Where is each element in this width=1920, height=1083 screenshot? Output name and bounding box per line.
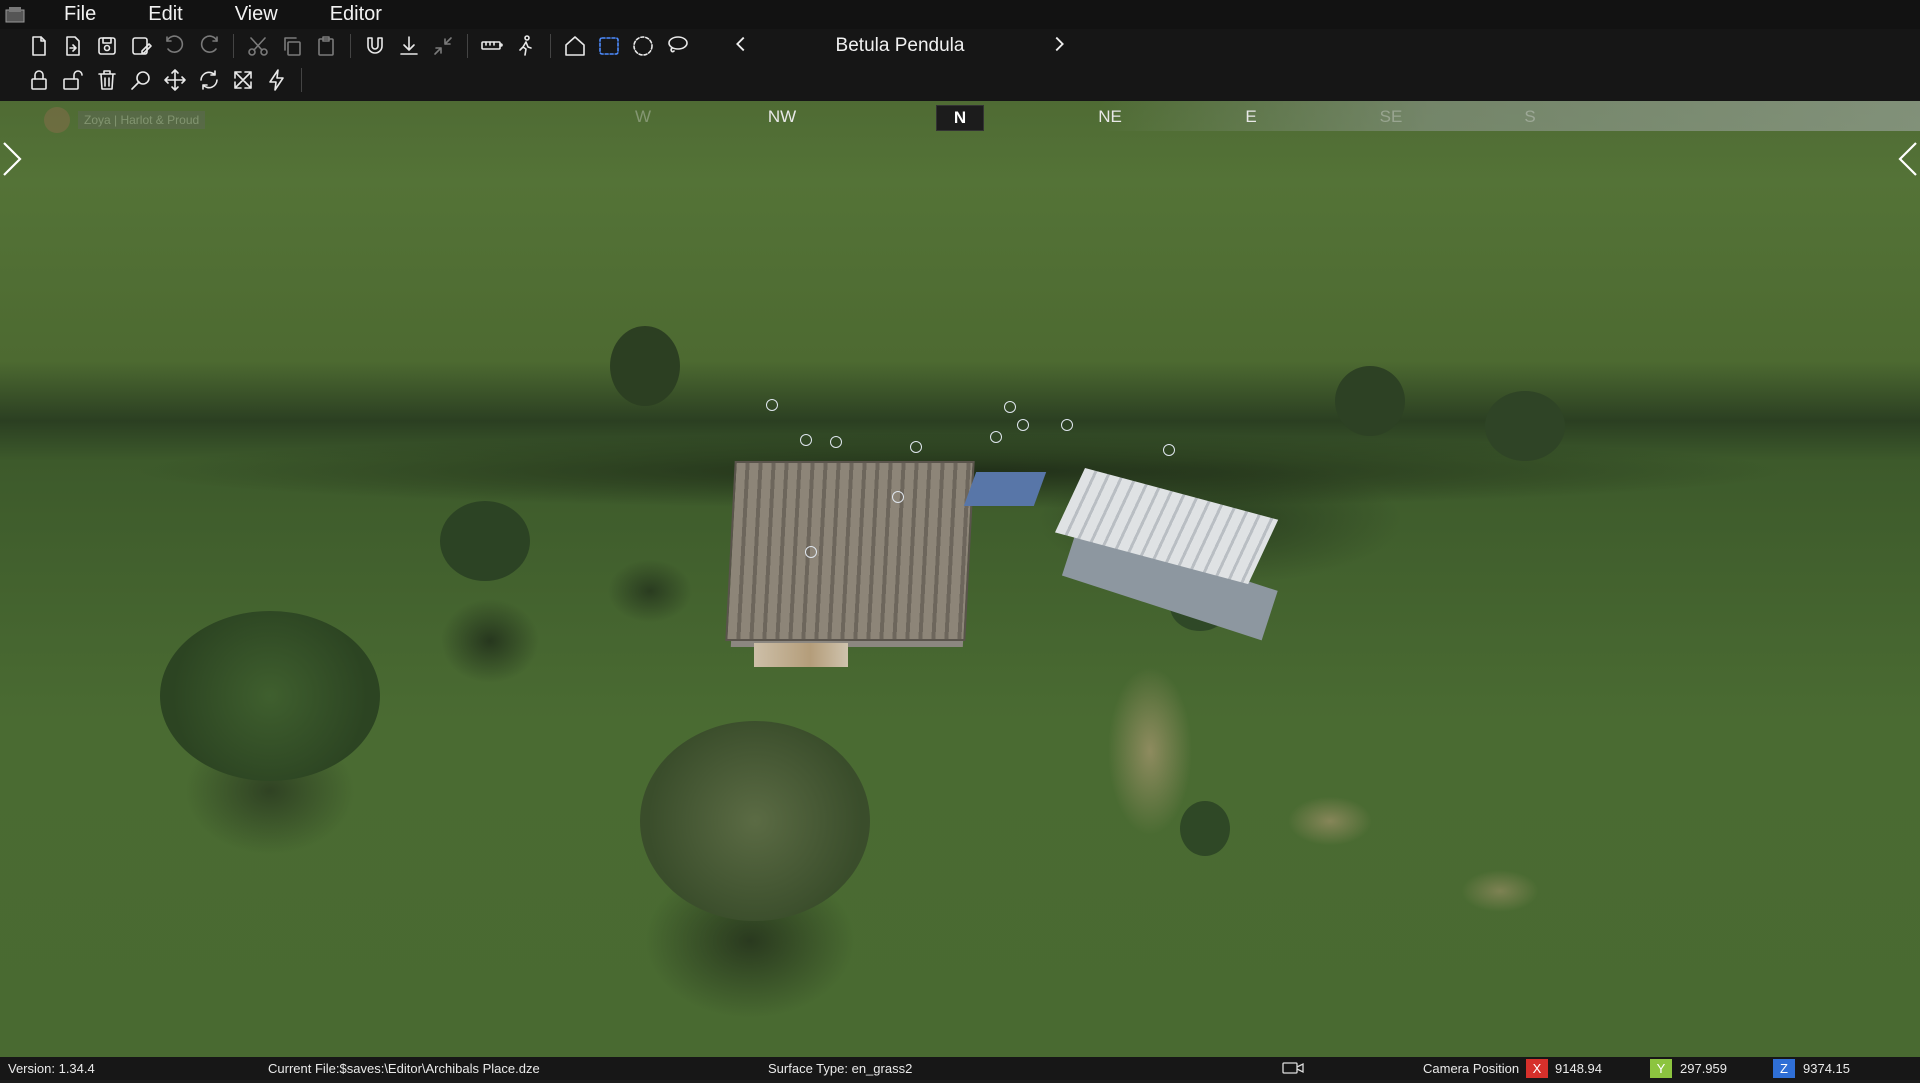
camera-y-value: 297.959 [1680,1061,1727,1076]
camera-x-value: 9148.94 [1555,1061,1602,1076]
open-file-icon[interactable] [59,32,87,60]
lasso-select-icon[interactable] [663,32,691,60]
compass-strip: W NW N NE E SE S [600,105,1560,131]
save-as-icon[interactable] [127,32,155,60]
circle-select-icon[interactable] [629,32,657,60]
expand-left-panel-button[interactable] [0,139,26,179]
toolbar-row-2 [22,63,309,97]
toolbar-separator [350,34,351,58]
object-gizmo-icon[interactable] [830,436,842,448]
zoom-icon[interactable] [127,66,155,94]
compass-nw: NW [767,107,797,126]
object-gizmo-icon[interactable] [892,491,904,503]
compass-w: W [634,107,652,126]
lock-icon[interactable] [25,66,53,94]
3d-viewport[interactable]: Zoya | Harlot & Proud W NW N NE E SE S [0,101,1920,1057]
menu-edit[interactable]: Edit [122,0,208,29]
version-text: Version: 1.34.4 [8,1061,95,1076]
collapse-icon[interactable] [429,32,457,60]
toolbar-separator [550,34,551,58]
compass-n: N [936,105,984,131]
redo-icon[interactable] [195,32,223,60]
camera-z-value: 9374.15 [1803,1061,1850,1076]
compass-se: SE [1379,107,1403,126]
z-axis-badge: Z [1773,1059,1795,1078]
lightning-icon[interactable] [263,66,291,94]
object-gizmo-icon[interactable] [1004,401,1016,413]
home-icon[interactable] [561,32,589,60]
new-file-icon[interactable] [25,32,53,60]
menu-bar: File Edit View Editor [0,0,1920,29]
magnet-icon[interactable] [361,32,389,60]
tarp-object[interactable] [963,472,1047,506]
current-file-text: Current File:$saves:\Editor\Archibals Pl… [268,1061,540,1076]
tree [160,611,380,781]
compass-e: E [1245,107,1257,126]
box-select-icon[interactable] [595,32,623,60]
cut-icon[interactable] [244,32,272,60]
move-icon[interactable] [161,66,189,94]
ruler-icon[interactable] [478,32,506,60]
trash-icon[interactable] [93,66,121,94]
undo-icon[interactable] [161,32,189,60]
x-axis-badge: X [1526,1059,1548,1078]
status-bar: Version: 1.34.4 Current File:$saves:\Edi… [0,1057,1920,1080]
toolbar-separator [301,68,302,92]
menu-view[interactable]: View [209,0,304,29]
object-gizmo-icon[interactable] [1017,419,1029,431]
walk-icon[interactable] [512,32,540,60]
app-logo-icon [2,2,28,28]
object-gizmo-icon[interactable] [1163,444,1175,456]
bush [1180,801,1230,856]
compass-ne: NE [1098,107,1122,126]
scale-icon[interactable] [229,66,257,94]
prefab-navigator: Betula Pendula [730,29,1070,63]
compass-s: S [1524,107,1536,126]
drop-to-ground-icon[interactable] [395,32,423,60]
toolbar-separator [467,34,468,58]
save-icon[interactable] [93,32,121,60]
ruined-building[interactable] [725,461,975,641]
toolbar: Betula Pendula [0,29,1920,102]
menu-editor[interactable]: Editor [304,0,408,29]
object-gizmo-icon[interactable] [990,431,1002,443]
tree [640,721,870,921]
object-gizmo-icon[interactable] [1061,419,1073,431]
tree [610,326,680,406]
prefab-name: Betula Pendula [835,35,965,56]
tree [1335,366,1405,436]
tree [1485,391,1565,461]
object-gizmo-icon[interactable] [910,441,922,453]
camera-position-label: Camera Position [1423,1061,1520,1076]
menu-file[interactable]: File [38,0,122,29]
faded-overlay-hint: Zoya | Harlot & Proud [44,107,206,133]
avatar [44,107,70,133]
expand-right-panel-button[interactable] [1894,139,1920,179]
toolbar-row-1 [22,29,694,63]
object-gizmo-icon[interactable] [805,546,817,558]
hint-text: Zoya | Harlot & Proud [78,111,206,129]
object-gizmo-icon[interactable] [766,399,778,411]
rotate-icon[interactable] [195,66,223,94]
surface-type-text: Surface Type: en_grass2 [768,1061,913,1076]
bush [440,501,530,581]
prev-prefab-button[interactable] [730,33,752,60]
unlock-icon[interactable] [59,66,87,94]
paste-icon[interactable] [312,32,340,60]
toolbar-separator [233,34,234,58]
next-prefab-button[interactable] [1048,33,1070,60]
y-axis-badge: Y [1650,1059,1672,1078]
object-gizmo-icon[interactable] [800,434,812,446]
billboard[interactable] [754,643,848,667]
copy-icon[interactable] [278,32,306,60]
